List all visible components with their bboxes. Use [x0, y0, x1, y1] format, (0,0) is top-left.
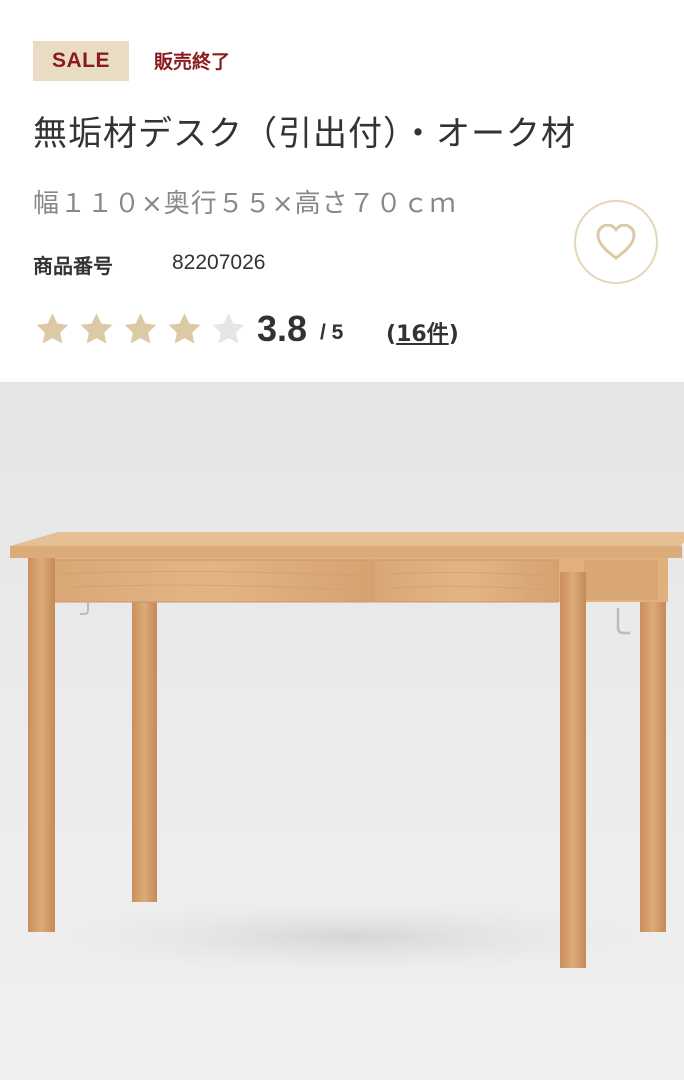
product-title: 無垢材デスク（引出付）・オーク材: [33, 114, 576, 154]
product-dimensions: 幅１１０×奥行５５×高さ７０ｃｍ: [33, 189, 457, 219]
star-filled-icon: [124, 313, 157, 344]
review-count-link[interactable]: (16件): [386, 316, 459, 348]
product-number: 82207026: [172, 251, 266, 274]
review-paren-open: (: [386, 322, 397, 347]
desk-illustration: [10, 532, 684, 977]
product-number-label: 商品番号: [33, 254, 113, 278]
review-count: 16件: [396, 322, 449, 347]
review-paren-close: ): [448, 322, 459, 347]
sale-badge: SALE: [33, 41, 129, 81]
sale-status-text: 販売終了: [154, 51, 231, 73]
rating-max: / 5: [320, 321, 344, 344]
product-image: [0, 382, 684, 1080]
product-info-section: SALE 販売終了 無垢材デスク（引出付）・オーク材 幅１１０×奥行５５×高さ７…: [0, 0, 684, 382]
star-filled-icon: [80, 313, 113, 344]
rating-value: 3.8: [257, 308, 308, 349]
heart-icon: [596, 224, 636, 260]
rating-stars: [34, 311, 254, 348]
star-empty-icon: [212, 313, 245, 344]
star-filled-icon: [36, 313, 69, 344]
star-filled-icon: [168, 313, 201, 344]
favorite-button[interactable]: [574, 200, 658, 284]
